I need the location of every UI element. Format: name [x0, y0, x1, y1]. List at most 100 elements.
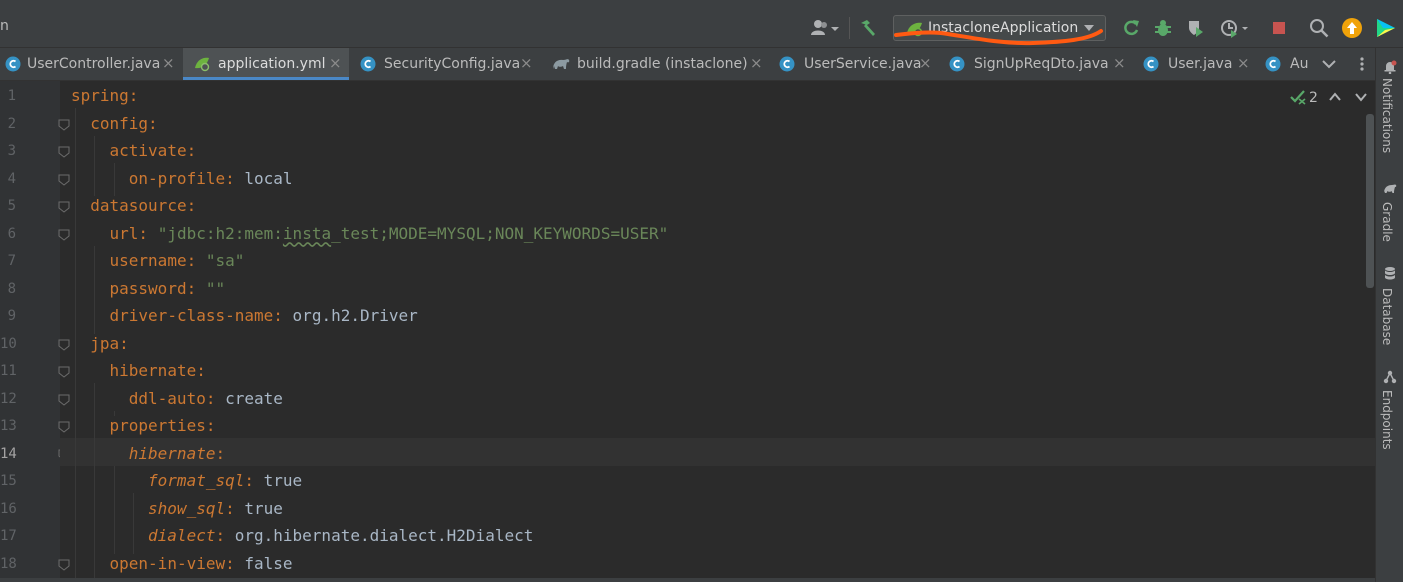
- code-line: hibernate:: [129, 444, 225, 464]
- yaml-value: true: [263, 471, 303, 490]
- tab-signupreqdto[interactable]: SignUpReqDto.java ×: [944, 48, 1134, 80]
- build-hammer-icon[interactable]: [857, 17, 879, 39]
- chevron-up-icon[interactable]: [1328, 92, 1342, 102]
- tab-userservice[interactable]: UserService.java ×: [774, 48, 940, 80]
- java-class-icon: [949, 56, 965, 72]
- yaml-key: show_sql: [148, 498, 226, 518]
- yaml-key: on-profile: [128, 168, 226, 188]
- yaml-key: spring: [71, 86, 129, 105]
- yaml-separator: :: [119, 333, 129, 353]
- yaml-separator: :: [186, 278, 206, 298]
- yaml-key: driver-class-name: [109, 306, 274, 325]
- chevron-down-icon[interactable]: [1354, 92, 1368, 102]
- yaml-value: "jdbc:h2:mem:insta_test;MODE=MYSQL;NON_K…: [157, 223, 669, 243]
- line-number-gutter: 1 2 3 4 5 6 7 8 9 10 11 12 13 14 15 16 17 18: [0, 81, 70, 582]
- editor-tab-bar: UserController.java × application.yml × …: [0, 48, 1375, 81]
- code-line: password: "": [110, 279, 226, 299]
- update-icon[interactable]: [1341, 17, 1363, 39]
- tool-window-database[interactable]: Database: [1376, 266, 1403, 366]
- profiler-icon[interactable]: [1218, 17, 1252, 39]
- yaml-value: local: [244, 168, 293, 188]
- line-number: 12: [0, 390, 17, 407]
- chevron-down-icon: [1084, 25, 1094, 31]
- chevron-down-icon[interactable]: [1321, 56, 1337, 72]
- line-number: 8: [7, 280, 16, 297]
- line-number: 15: [0, 473, 17, 489]
- yaml-separator: :: [215, 526, 235, 545]
- code-line: driver-class-name: org.h2.Driver: [110, 306, 418, 326]
- inspections-count[interactable]: 2: [1309, 90, 1318, 106]
- line-number: 13: [0, 418, 17, 434]
- more-vertical-icon[interactable]: [1355, 56, 1369, 72]
- indent-guide: [75, 108, 76, 581]
- yaml-value: "sa": [205, 251, 245, 270]
- spring-yaml-icon: [195, 57, 210, 72]
- yaml-value: create: [225, 388, 283, 408]
- stop-icon[interactable]: [1268, 17, 1290, 39]
- code-line: spring:: [71, 86, 138, 106]
- indent-guide: [113, 465, 115, 554]
- tool-window-endpoints[interactable]: Endpoints: [1376, 370, 1403, 480]
- yaml-key: properties: [109, 416, 206, 435]
- java-class-icon: [1143, 56, 1159, 72]
- line-number: 18: [0, 555, 17, 572]
- code-line: activate:: [110, 141, 197, 161]
- code-line: url: "jdbc:h2:mem:insta_test;MODE=MYSQL;…: [110, 224, 669, 244]
- close-tab-icon[interactable]: ×: [750, 54, 763, 72]
- java-class-icon: [360, 56, 376, 72]
- endpoints-icon: [1383, 370, 1397, 384]
- run-configuration-name: InstacloneApplication: [928, 20, 1079, 36]
- line-number: 6: [7, 225, 16, 242]
- jetbrains-toolbox-icon[interactable]: [1375, 17, 1397, 39]
- yaml-separator: :: [225, 168, 245, 188]
- search-icon[interactable]: [1308, 17, 1330, 39]
- yaml-value: org.h2.Driver: [292, 306, 418, 325]
- inspection-check-icon[interactable]: [1290, 89, 1308, 105]
- close-tab-icon[interactable]: ×: [919, 54, 932, 72]
- tab-usercontroller[interactable]: UserController.java ×: [0, 48, 181, 80]
- yaml-key: dialect: [148, 526, 216, 545]
- tab-application-yml[interactable]: application.yml ×: [183, 48, 349, 80]
- tool-window-gradle[interactable]: Gradle: [1376, 182, 1403, 262]
- vertical-scrollbar[interactable]: [1366, 114, 1374, 288]
- editor-bottom-border: [0, 578, 1375, 582]
- yaml-key: open-in-view: [109, 553, 226, 573]
- code-line: show_sql: true: [148, 499, 283, 519]
- account-icon[interactable]: [808, 17, 842, 39]
- yaml-key: username: [109, 251, 187, 270]
- yaml-separator: :: [186, 141, 197, 160]
- close-tab-icon[interactable]: ×: [162, 54, 175, 72]
- close-tab-icon[interactable]: ×: [520, 54, 533, 72]
- breadcrumb[interactable]: n: [0, 18, 9, 34]
- rerun-icon[interactable]: [1120, 17, 1142, 39]
- yaml-key: password: [109, 278, 187, 298]
- yaml-key: jpa: [90, 333, 120, 353]
- line-number: 7: [7, 253, 16, 269]
- close-tab-icon[interactable]: ×: [329, 54, 342, 72]
- code-editor[interactable]: spring: config: activate: on-profile: local…: [60, 81, 1375, 581]
- java-class-icon: [1265, 56, 1281, 72]
- current-line-highlight: [60, 438, 1375, 466]
- yaml-key: config: [90, 113, 149, 133]
- yaml-value: org.hibernate.dialect.H2Dialect: [234, 526, 534, 545]
- gradle-icon: [553, 59, 570, 69]
- close-tab-icon[interactable]: ×: [1113, 54, 1126, 72]
- close-tab-icon[interactable]: ×: [1237, 54, 1250, 72]
- spring-boot-icon: [907, 22, 923, 37]
- code-line: dialect: org.hibernate.dialect.H2Dialect: [148, 526, 533, 546]
- debug-bug-icon[interactable]: [1152, 17, 1174, 39]
- tool-window-notifications[interactable]: Notifications: [1376, 58, 1403, 170]
- tab-truncated[interactable]: Au: [1260, 48, 1310, 80]
- run-configuration-selector[interactable]: InstacloneApplication: [893, 15, 1106, 41]
- line-number: 4: [7, 170, 16, 187]
- coverage-shield-icon[interactable]: [1184, 17, 1206, 39]
- tab-user[interactable]: User.java ×: [1138, 48, 1256, 80]
- code-line: on-profile: local: [129, 169, 293, 189]
- tab-securityconfig[interactable]: SecurityConfig.java ×: [355, 48, 540, 80]
- code-line: format_sql: true: [148, 471, 302, 491]
- tab-build-gradle[interactable]: build.gradle (instaclone) ×: [546, 48, 768, 80]
- bell-icon: [1384, 60, 1397, 74]
- yaml-key: datasource: [90, 196, 187, 215]
- yaml-key: format_sql: [148, 471, 245, 490]
- yaml-value: true: [244, 498, 283, 518]
